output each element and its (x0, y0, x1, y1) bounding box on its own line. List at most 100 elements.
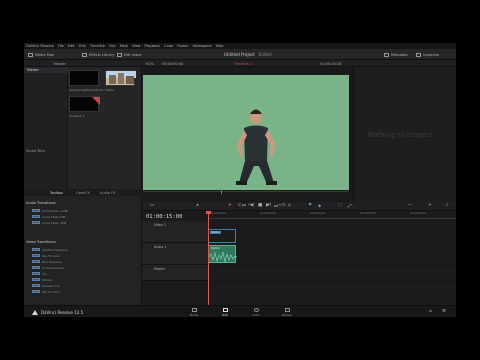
edit-index-toggle[interactable]: Edit Index (117, 52, 142, 58)
effect-item[interactable]: Cross Dissolve (32, 265, 64, 270)
video-clip[interactable]: Stutter (208, 229, 236, 243)
menu-playback[interactable]: Playback (145, 44, 161, 48)
ruler-label: 01:00:30:00 (360, 212, 376, 215)
effect-item[interactable]: Smooth Cut (32, 283, 60, 288)
tab-toolbox[interactable]: Toolbox (50, 191, 63, 195)
page-edit-button[interactable]: Edit (215, 308, 235, 317)
effect-item[interactable]: Blur Dissolve (32, 259, 62, 264)
metadata-label: Metadata (391, 52, 408, 57)
menu-trim[interactable]: Trim (79, 44, 86, 48)
effect-name: Cross Fade -3dB (42, 220, 67, 225)
effect-item[interactable]: Cross Fade -3dB (32, 220, 66, 225)
menu-clip[interactable]: Clip (109, 44, 116, 48)
tab-openfx[interactable]: OpenFX (76, 191, 90, 195)
timeline-ruler[interactable]: 01:00:00:00 01:00:10:00 01:00:20:00 01:0… (208, 212, 456, 219)
effects-library-toggle[interactable]: Effects Library (82, 52, 114, 58)
tab-audio-fx[interactable]: Audio FX (100, 191, 115, 195)
page-media-button[interactable]: Media (184, 308, 204, 317)
effect-item[interactable]: Cross Fade 0dB (32, 214, 65, 219)
zoom-out-icon[interactable]: − (408, 203, 412, 208)
clip-name: Media (105, 88, 115, 92)
effect-item[interactable]: Additive Dissolve (32, 247, 68, 252)
audio-waveform (209, 251, 237, 263)
zoom-in-icon[interactable]: + (428, 203, 432, 208)
media-pool-toggle[interactable]: Media Pool (28, 52, 54, 58)
track-lane-audio[interactable]: Stutter (208, 243, 456, 265)
effect-name: Smooth Cut (42, 283, 60, 288)
snapping-icon[interactable]: ⊓ (268, 203, 272, 208)
bin-master[interactable]: Master (24, 67, 68, 73)
timeline-playhead[interactable] (206, 211, 211, 305)
menu-fusion[interactable]: Fusion (177, 44, 188, 48)
metadata-toggle[interactable]: Metadata (384, 52, 408, 58)
clip-label: Stutter (210, 247, 222, 250)
blade-tool-icon[interactable]: ✂ (248, 203, 252, 208)
effect-item[interactable]: Cross Fade +3dB (32, 208, 68, 213)
effect-item[interactable]: Dip To Color (32, 253, 60, 258)
menu-app[interactable]: DaVinci Resolve (26, 44, 54, 48)
linked-selection-icon[interactable]: ∞ (278, 203, 282, 208)
bin-selector[interactable]: Master (54, 62, 66, 66)
viewer-playhead[interactable] (221, 189, 222, 194)
viewer-options-icon[interactable]: ▭ (150, 203, 154, 208)
effect-name: Cross Fade +3dB (42, 208, 68, 213)
green-screen-subject (143, 75, 349, 190)
menu-help[interactable]: Help (216, 44, 224, 48)
audio-transitions-heading: Audio Transitions (26, 201, 56, 205)
track-lane-video[interactable]: Stutter (208, 221, 456, 243)
effect-name: Blur Dissolve (42, 259, 62, 264)
menu-mark[interactable]: Mark (120, 44, 129, 48)
effect-item[interactable]: Motion (32, 277, 52, 282)
effect-swatch (32, 220, 40, 225)
inspector-label: Inspector (423, 52, 440, 57)
track-header-master[interactable]: Master (142, 265, 208, 281)
home-icon[interactable]: ⌂ (429, 309, 432, 314)
audio-volume-icon[interactable]: ◂ (196, 203, 198, 208)
deliver-page-icon (284, 308, 290, 312)
selection-tool-icon[interactable]: ➤ (228, 203, 232, 208)
media-clip[interactable]: Media (105, 70, 136, 92)
flag-icon[interactable]: ⚑ (308, 203, 312, 208)
media-page-icon (191, 308, 197, 312)
ruler-label: 01:00:40:00 (410, 212, 426, 215)
audio-meter-icon[interactable]: ♪ (446, 203, 449, 208)
effect-item[interactable]: Iris (32, 271, 47, 276)
marker-icon[interactable]: ⬥ (318, 203, 321, 209)
page-deliver-button[interactable]: Deliver (277, 308, 297, 317)
menu-color[interactable]: Color (164, 44, 173, 48)
settings-icon[interactable]: ⚙ (442, 309, 446, 314)
menu-edit[interactable]: Edit (68, 44, 75, 48)
viewer-zoom[interactable]: 61% (146, 62, 154, 66)
effect-name: Cross Dissolve (42, 265, 64, 270)
trim-tool-icon[interactable]: ⊏ (238, 203, 242, 208)
playhead-handle[interactable] (206, 211, 211, 214)
effects-icon (82, 52, 87, 57)
track-header-video[interactable]: Video 1 (142, 221, 208, 243)
smart-bins-label[interactable]: Smart Bins (26, 149, 45, 153)
project-name: Untitled Project (224, 52, 255, 57)
inspector-panel: Nothing to inspect (353, 67, 456, 202)
inspector-icon (416, 52, 421, 57)
inspector-empty-message: Nothing to inspect (368, 131, 433, 139)
track-name: Master (154, 267, 165, 271)
inspector-toggle[interactable]: Inspector (416, 52, 439, 58)
audio-clip[interactable]: Stutter (208, 245, 237, 263)
ruler-label: 01:00:20:00 (310, 212, 326, 215)
color-page-icon (253, 308, 259, 312)
timeline-name[interactable]: Timeline 1 (234, 62, 252, 66)
effect-swatch (32, 277, 40, 282)
page-color-button[interactable]: Color (246, 308, 266, 317)
viewer-scrubber[interactable] (143, 191, 349, 192)
media-clip[interactable]: Sequence@FrameDrop (69, 70, 103, 92)
video-frame[interactable] (143, 75, 349, 190)
menu-file[interactable]: File (58, 44, 64, 48)
effect-name: Cross Fade 0dB (42, 214, 66, 219)
menu-view[interactable]: View (132, 44, 140, 48)
track-header-audio[interactable]: Audio 1 (142, 243, 208, 265)
effect-item[interactable]: Dip To Color (32, 289, 60, 294)
menu-workspace[interactable]: Workspace (192, 44, 211, 48)
position-lock-icon[interactable]: ⌂ (288, 203, 291, 208)
media-clip[interactable]: Timeline 1 (69, 96, 100, 118)
effect-name: Additive Dissolve (42, 247, 68, 252)
menu-timeline[interactable]: Timeline (90, 44, 105, 48)
